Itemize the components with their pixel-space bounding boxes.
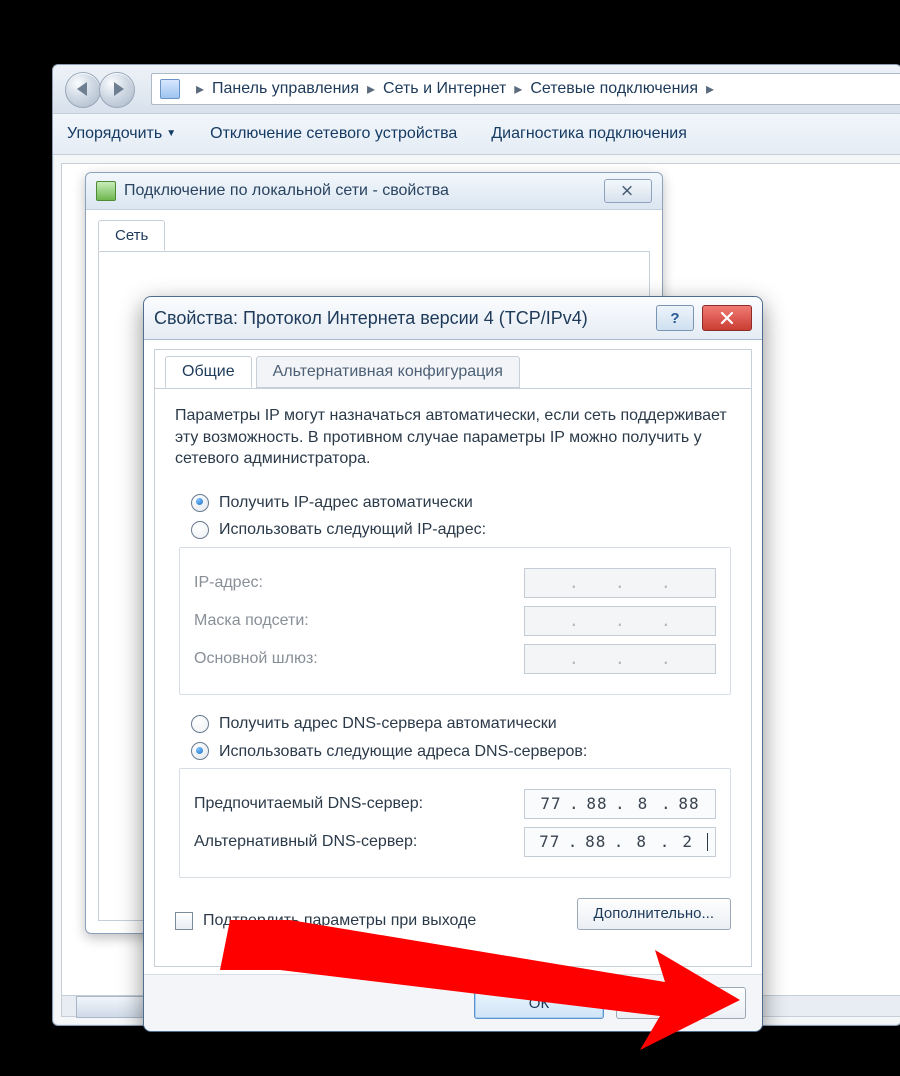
radio-label: Получить адрес DNS-сервера автоматически	[219, 713, 557, 735]
radio-icon	[191, 742, 209, 760]
close-button[interactable]: ⨉	[604, 179, 652, 203]
network-icon	[160, 79, 180, 99]
adapter-icon	[96, 181, 116, 201]
scrollbar-thumb[interactable]	[76, 996, 148, 1018]
tab-general[interactable]: Общие	[165, 356, 252, 388]
explorer-titlebar: ▸ Панель управления ▸ Сеть и Интернет ▸ …	[53, 65, 900, 114]
breadcrumb-item[interactable]: Сетевые подключения	[530, 80, 698, 98]
label-gateway: Основной шлюз:	[194, 648, 318, 670]
advanced-button[interactable]: Дополнительно...	[577, 898, 731, 930]
dialog-titlebar: Свойства: Протокол Интернета версии 4 (T…	[144, 297, 762, 340]
dialog-title: Подключение по локальной сети - свойства	[124, 182, 449, 200]
input-subnet-mask: . . .	[524, 606, 716, 636]
breadcrumb-item[interactable]: Сеть и Интернет	[383, 80, 506, 98]
radio-label: Использовать следующие адреса DNS-сервер…	[219, 741, 587, 763]
radio-icon	[191, 494, 209, 512]
label-preferred-dns: Предпочитаемый DNS-сервер:	[194, 793, 423, 815]
radio-icon	[191, 521, 209, 539]
tab-row: Сеть	[98, 220, 650, 252]
tab-panel-general: Параметры IP могут назначаться автоматич…	[155, 389, 751, 942]
input-gateway: . . .	[524, 644, 716, 674]
explorer-toolbar: Упорядочить ▼ Отключение сетевого устройс…	[53, 114, 900, 155]
ip-fields-group: IP-адрес: . . . Маска подсети: . .	[179, 547, 731, 695]
dialog-titlebar: Подключение по локальной сети - свойства…	[86, 173, 662, 210]
radio-icon	[191, 715, 209, 733]
dialog-inner: Общие Альтернативная конфигурация Параме…	[154, 349, 752, 967]
cancel-button[interactable]: Отмена	[616, 987, 746, 1019]
toolbar-disable-device[interactable]: Отключение сетевого устройства	[210, 125, 457, 143]
screenshot-stage: ▸ Панель управления ▸ Сеть и Интернет ▸ …	[0, 0, 900, 1076]
checkbox-label: Подтвердить параметры при выходе	[203, 910, 476, 932]
radio-label: Использовать следующий IP-адрес:	[219, 519, 486, 541]
ipv4-properties-dialog: Свойства: Протокол Интернета версии 4 (T…	[143, 296, 763, 1032]
chevron-right-icon: ▸	[196, 79, 204, 99]
input-alternate-dns[interactable]: 77. 88. 8. 2	[524, 827, 716, 857]
close-icon	[720, 312, 734, 324]
help-button[interactable]: ?	[656, 305, 694, 331]
radio-label: Получить IP-адрес автоматически	[219, 492, 473, 514]
tab-alt-config[interactable]: Альтернативная конфигурация	[256, 356, 520, 388]
help-icon: ?	[670, 310, 679, 327]
arrow-right-icon	[114, 82, 124, 96]
label-ip-address: IP-адрес:	[194, 572, 263, 594]
close-button[interactable]	[702, 305, 752, 331]
label-alternate-dns: Альтернативный DNS-сервер:	[194, 831, 417, 853]
radio-dns-auto[interactable]: Получить адрес DNS-сервера автоматически	[191, 713, 731, 735]
radio-dns-manual[interactable]: Использовать следующие адреса DNS-сервер…	[191, 741, 731, 763]
chevron-right-icon: ▸	[514, 79, 522, 99]
address-bar[interactable]: ▸ Панель управления ▸ Сеть и Интернет ▸ …	[151, 73, 900, 105]
breadcrumb-item[interactable]: Панель управления	[212, 80, 359, 98]
arrow-left-icon	[77, 82, 87, 96]
dns-fields-group: Предпочитаемый DNS-сервер: 77. 88. 8. 88…	[179, 768, 731, 878]
radio-ip-auto[interactable]: Получить IP-адрес автоматически	[191, 492, 731, 514]
input-preferred-dns[interactable]: 77. 88. 8. 88	[524, 789, 716, 819]
ok-button[interactable]: ОК	[474, 987, 604, 1019]
dialog-title: Свойства: Протокол Интернета версии 4 (T…	[154, 308, 656, 329]
chevron-down-icon: ▼	[166, 128, 176, 139]
toolbar-diagnose[interactable]: Диагностика подключения	[491, 125, 687, 143]
nav-back-button[interactable]	[65, 72, 101, 108]
nav-forward-button[interactable]	[99, 72, 135, 108]
checkbox-validate-on-exit[interactable]: Подтвердить параметры при выходе	[175, 910, 476, 932]
dialog-footer: ОК Отмена	[144, 974, 762, 1031]
nav-buttons	[65, 72, 137, 106]
radio-ip-manual[interactable]: Использовать следующий IP-адрес:	[191, 519, 731, 541]
chevron-right-icon: ▸	[706, 79, 714, 99]
tab-row: Общие Альтернативная конфигурация	[155, 350, 751, 389]
text-cursor	[707, 833, 709, 851]
chevron-right-icon: ▸	[367, 79, 375, 99]
input-ip-address: . . .	[524, 568, 716, 598]
label-subnet-mask: Маска подсети:	[194, 610, 309, 632]
checkbox-icon	[175, 912, 193, 930]
tab-network[interactable]: Сеть	[98, 220, 165, 251]
toolbar-organize[interactable]: Упорядочить ▼	[67, 125, 176, 143]
description-text: Параметры IP могут назначаться автоматич…	[175, 405, 731, 470]
close-icon: ⨉	[622, 184, 634, 199]
toolbar-label: Упорядочить	[67, 125, 162, 142]
